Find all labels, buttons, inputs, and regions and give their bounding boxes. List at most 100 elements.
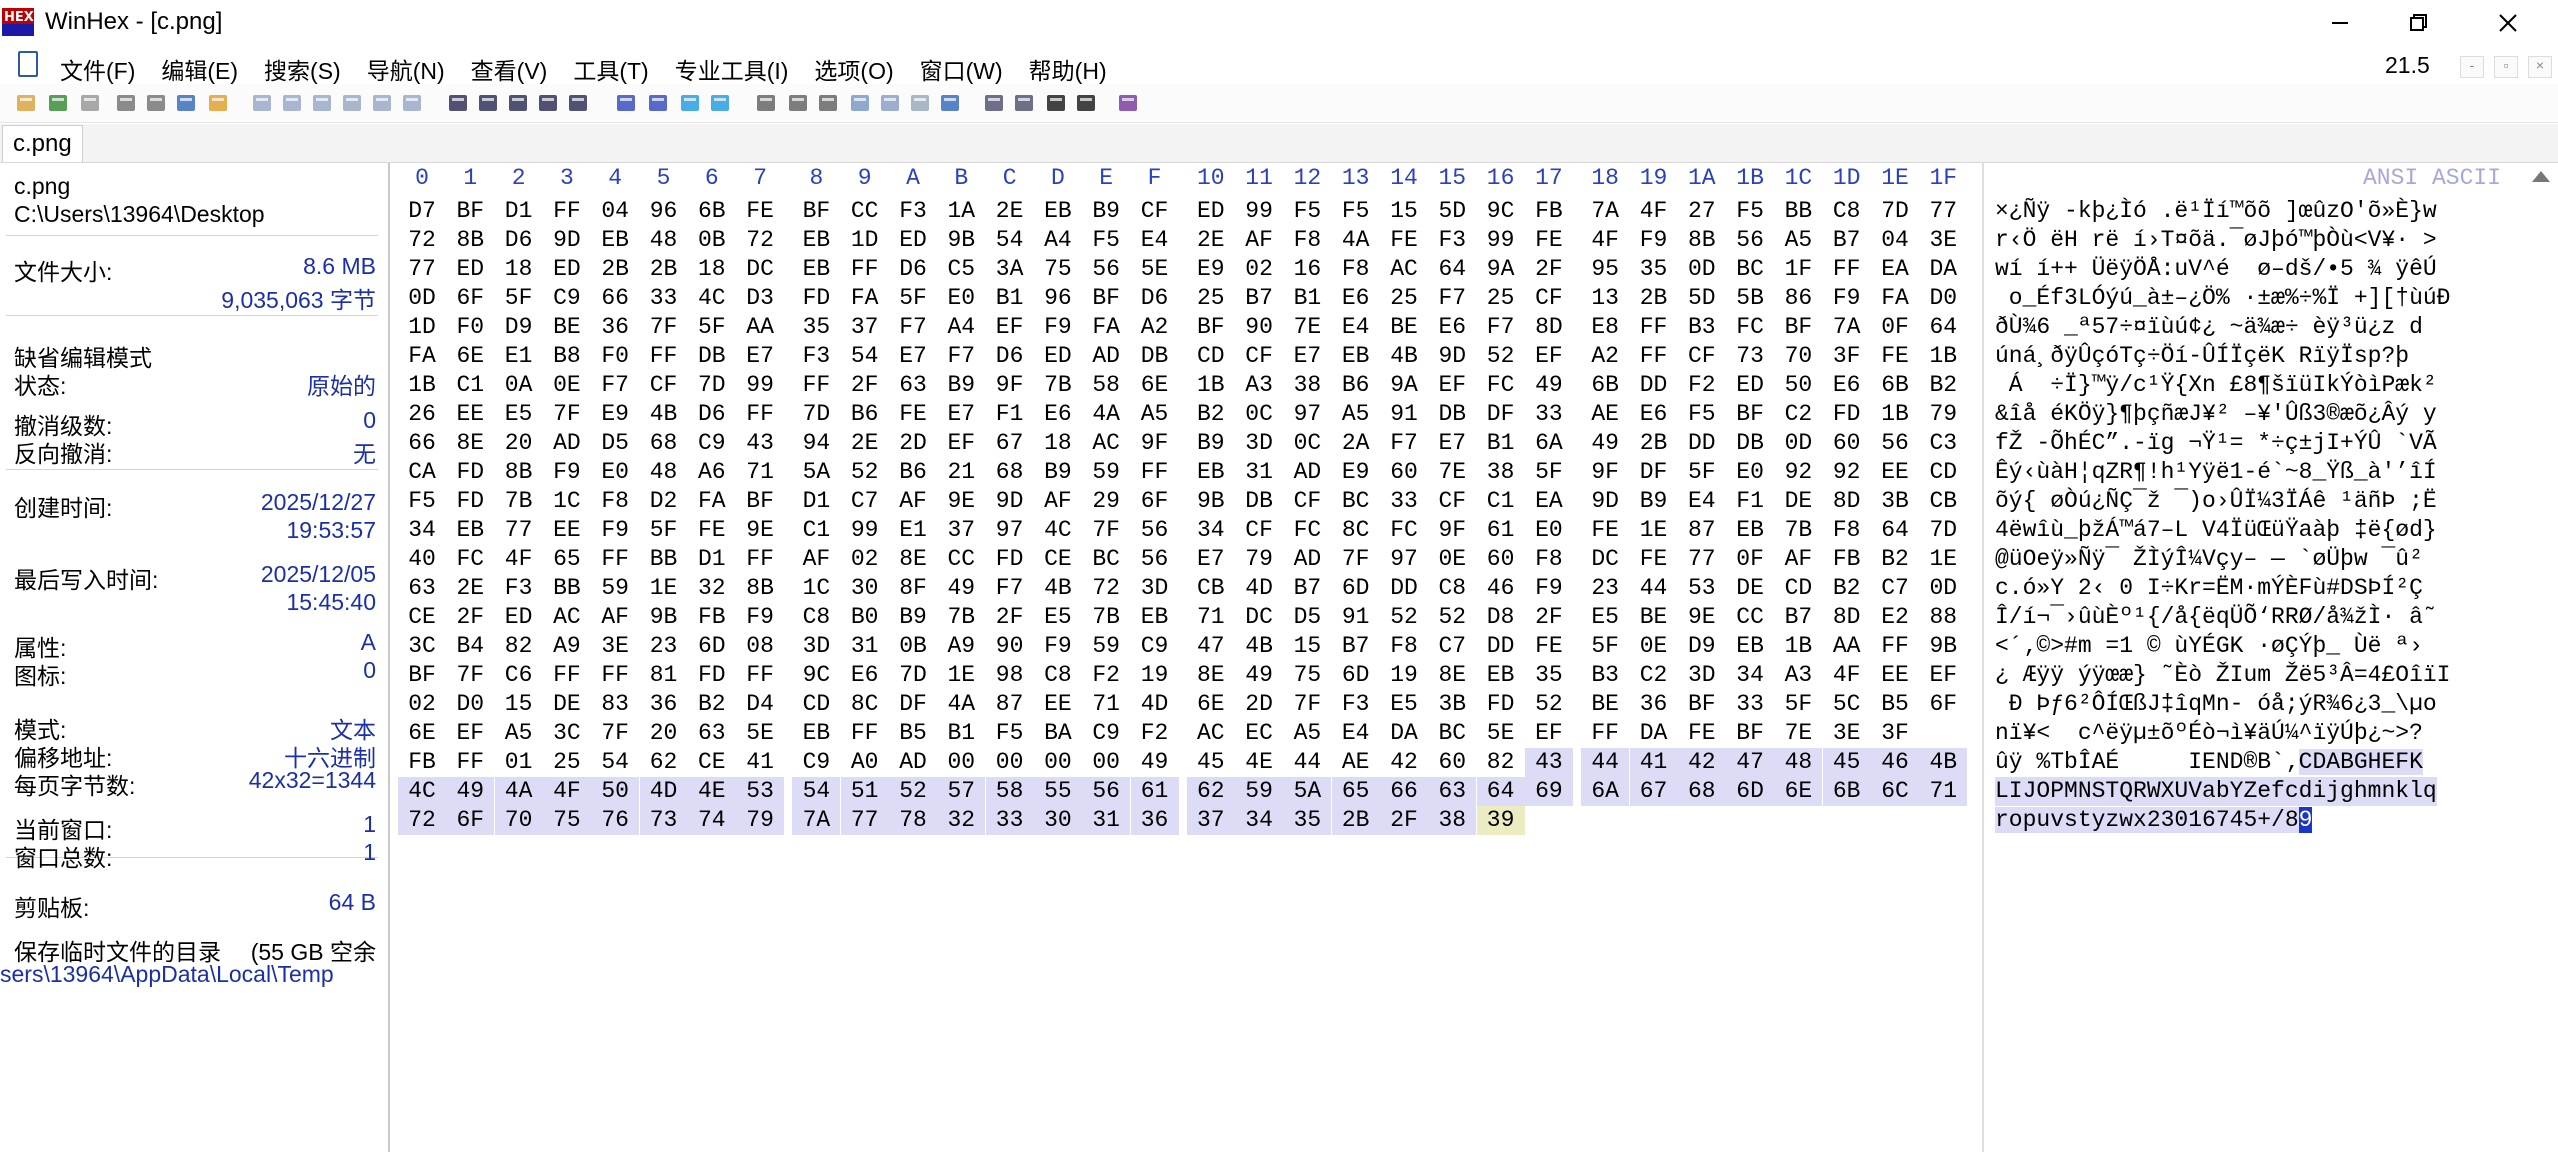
hex-byte[interactable]: 56 [1871,429,1919,458]
hex-byte[interactable]: FB [688,603,736,632]
hex-byte[interactable]: 2B [1630,429,1678,458]
hex-byte[interactable]: C9 [688,429,736,458]
paste-special-icon[interactable] [398,89,426,117]
hex-byte[interactable]: 9F [1428,516,1476,545]
magnifier-icon[interactable] [876,89,904,117]
hex-byte[interactable]: EF [1428,371,1476,400]
hex-byte[interactable]: 31 [1082,806,1131,835]
hex-byte[interactable]: 44 [1630,574,1678,603]
hex-byte[interactable]: 19 [1380,661,1428,690]
hex-byte[interactable]: 00 [986,748,1034,777]
hex-byte[interactable]: 87 [986,690,1034,719]
hex-byte[interactable]: 7F [446,661,494,690]
hex-byte[interactable]: 77 [1678,545,1726,574]
hex-byte[interactable]: 97 [1380,545,1428,574]
hex-byte[interactable]: D6 [1131,284,1179,313]
hex-byte[interactable]: 1B [1919,342,1967,371]
hex-byte[interactable]: FF [1871,632,1919,661]
hex-byte[interactable]: D9 [495,313,543,342]
hex-byte[interactable]: 0D [1919,574,1967,603]
hex-byte[interactable]: 1E [1919,545,1967,574]
hex-byte[interactable]: 59 [1082,632,1130,661]
hex-byte[interactable]: B1 [1477,429,1525,458]
hex-byte[interactable]: 47 [1726,748,1775,777]
hex-byte[interactable]: F9 [543,458,591,487]
hex-byte[interactable]: E2 [1871,603,1919,632]
hex-byte[interactable]: 99 [1477,226,1525,255]
hex-byte[interactable]: 9C [1477,197,1525,226]
hex-byte[interactable]: 4D [1235,574,1283,603]
hex-byte[interactable]: 68 [986,458,1034,487]
hex-byte[interactable]: F8 [591,487,639,516]
hex-byte[interactable]: FA [841,284,889,313]
hex-byte[interactable]: A4 [937,313,985,342]
hex-byte[interactable]: 64 [1428,255,1476,284]
hex-byte[interactable]: 25 [1187,284,1235,313]
hex-byte[interactable]: 42 [1677,748,1726,777]
hex-byte[interactable]: D9 [1678,632,1726,661]
hex-byte[interactable]: 78 [889,806,937,835]
hex-byte[interactable]: 9B [1187,487,1235,516]
hex-byte[interactable]: 96 [1034,284,1082,313]
hex-byte[interactable]: 3D [1235,429,1283,458]
hex-byte[interactable]: 4F [1630,197,1678,226]
hex-byte[interactable]: FF [841,719,889,748]
hex-byte[interactable]: E5 [1380,690,1428,719]
hex-byte[interactable]: BC [1428,719,1476,748]
hex-byte[interactable]: 8C [841,690,889,719]
hex-byte[interactable]: 6A [1581,777,1630,806]
hex-byte[interactable]: EE [1034,690,1082,719]
hex-byte[interactable]: B5 [1871,690,1919,719]
hex-byte[interactable]: 4B [1919,748,1968,777]
hex-byte[interactable]: 6A [1525,429,1573,458]
hex-byte[interactable]: 7D [1919,516,1967,545]
hex-byte[interactable]: B2 [1871,545,1919,574]
hex-byte[interactable]: C2 [1630,661,1678,690]
mdi-close-button[interactable]: × [2528,56,2552,78]
hex-byte[interactable]: EE [1871,661,1919,690]
hex-byte[interactable]: 64 [1919,313,1967,342]
hex-byte[interactable]: 02 [841,545,889,574]
hex-byte[interactable]: AD [1082,342,1130,371]
hex-byte[interactable]: EB [792,226,840,255]
hex-byte[interactable]: 1B [1871,400,1919,429]
hex-byte[interactable]: 5F [1774,690,1822,719]
hex-byte[interactable]: A9 [543,632,591,661]
hex-byte[interactable]: C7 [1871,574,1919,603]
hex-byte[interactable]: 35 [1283,806,1332,835]
hex-byte[interactable]: D6 [688,400,736,429]
hex-byte[interactable]: 33 [985,806,1034,835]
hex-byte[interactable]: 3B [1871,487,1919,516]
hex-byte[interactable]: B1 [986,284,1034,313]
hex-byte[interactable]: 90 [986,632,1034,661]
hex-byte[interactable]: 77 [495,516,543,545]
hex-byte[interactable]: D6 [986,342,1034,371]
menu-item-5[interactable]: 工具(T) [573,52,648,86]
hex-byte[interactable]: A5 [1774,226,1822,255]
hex-byte[interactable]: 95 [1581,255,1629,284]
hex-byte[interactable]: FF [1581,719,1629,748]
hex-byte[interactable]: 1F [1774,255,1822,284]
find-hex-icon[interactable] [474,89,502,117]
hex-byte[interactable]: 1E [937,661,985,690]
hex-byte[interactable]: 52 [1380,603,1428,632]
hex-byte[interactable]: 6B [1822,777,1871,806]
hex-byte[interactable]: 9B [937,226,985,255]
hex-byte[interactable]: 99 [841,516,889,545]
hex-byte[interactable]: 67 [1629,777,1678,806]
hex-byte[interactable]: 3C [543,719,591,748]
hex-byte[interactable]: EF [446,719,494,748]
hex-byte[interactable]: 97 [986,516,1034,545]
hex-byte[interactable]: 00 [1082,748,1130,777]
save-icon[interactable] [76,89,104,117]
hex-byte[interactable]: 25 [543,748,591,777]
hex-byte[interactable]: CD [1919,458,1967,487]
hex-byte[interactable]: 0A [495,371,543,400]
hex-byte[interactable]: BB [543,574,591,603]
hex-byte[interactable]: 3A [986,255,1034,284]
hex-byte[interactable]: C9 [1131,632,1179,661]
hex-byte[interactable]: 99 [736,371,784,400]
hex-byte[interactable]: D4 [736,690,784,719]
hex-byte[interactable]: 56 [1131,545,1179,574]
hex-byte[interactable]: 0E [543,371,591,400]
